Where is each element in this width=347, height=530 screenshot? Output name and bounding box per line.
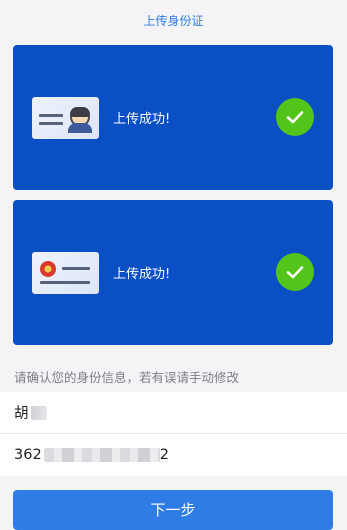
page-title: 上传身份证: [143, 13, 204, 28]
redacted-name: [30, 405, 47, 420]
id-number-prefix: 362: [14, 447, 42, 463]
upload-status: 上传成功!: [113, 112, 171, 127]
id-card-front-icon: [32, 97, 99, 139]
page-header: 上传身份证: [0, 0, 347, 40]
next-button[interactable]: 下一步: [13, 490, 333, 530]
id-number-suffix: 2: [159, 447, 169, 463]
confirm-hint: 请确认您的身份信息，若有误请手动修改: [14, 370, 240, 385]
id-card-front-upload[interactable]: 上传成功!: [13, 45, 333, 190]
check-icon: [276, 253, 314, 291]
redacted-id-number: [43, 448, 160, 462]
upload-status: 上传成功!: [113, 267, 171, 282]
id-card-back-upload[interactable]: 上传成功!: [13, 200, 333, 345]
id-card-back-icon: [32, 252, 99, 294]
name-value: 胡: [14, 406, 29, 422]
name-field[interactable]: 胡: [0, 392, 347, 434]
check-icon: [276, 98, 314, 136]
id-number-field[interactable]: 362 2: [0, 434, 347, 476]
